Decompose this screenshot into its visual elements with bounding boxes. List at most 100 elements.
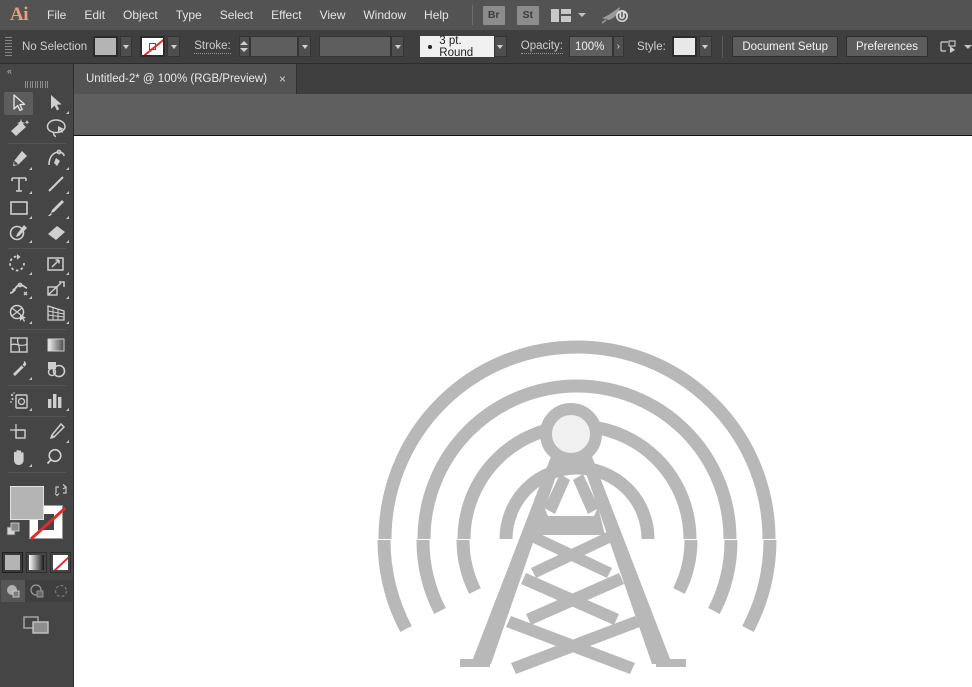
opacity-options-button[interactable]: › [612,36,625,57]
brush-definition-dropdown[interactable] [493,36,507,57]
menu-window[interactable]: Window [354,0,415,30]
menu-help[interactable]: Help [415,0,458,30]
type-tool[interactable] [0,172,37,197]
flyout-indicator-icon [66,215,69,219]
radio-tower-antenna-illustration [377,340,777,674]
color-mode-row [0,552,73,573]
draw-behind-mode[interactable] [24,580,49,602]
stroke-color-dropdown[interactable] [167,36,181,57]
menu-select[interactable]: Select [211,0,262,30]
default-fill-stroke-icon[interactable] [6,522,22,538]
brush-definition-field[interactable]: 3 pt. Round [420,35,494,59]
rotate-tool[interactable] [0,252,37,277]
control-bar: No Selection Stroke: 3 pt. Round Opacity… [0,30,972,64]
fill-color-dropdown[interactable] [119,36,133,57]
scale-tool[interactable] [37,252,74,277]
stroke-profile-input[interactable] [318,36,392,57]
flyout-indicator-icon [66,408,69,411]
width-tool[interactable] [0,277,37,302]
graphic-style-swatch[interactable] [671,36,697,57]
stroke-color-swatch[interactable] [140,36,166,57]
flyout-indicator-icon [29,376,32,380]
shape-builder-tool[interactable] [0,301,37,326]
close-icon[interactable]: × [279,73,286,85]
tools-panel-grip[interactable] [0,78,73,91]
preferences-button[interactable]: Preferences [846,36,929,57]
direct-selection-tool[interactable] [37,91,74,116]
bridge-button[interactable]: Br [482,5,505,25]
selection-tool[interactable] [0,91,37,116]
graphic-style-dropdown[interactable] [698,36,712,57]
symbol-sprayer-tool[interactable] [0,389,37,414]
menu-bar: Ai File Edit Object Type Select Effect V… [0,0,972,30]
free-transform-tool[interactable] [37,277,74,302]
flyout-indicator-icon [29,191,32,194]
style-label: Style: [637,40,666,53]
stroke-weight-dropdown[interactable] [298,36,311,57]
lasso-tool[interactable] [37,116,74,141]
control-bar-grip[interactable] [3,36,12,58]
fill-color-chip [94,38,116,55]
canvas-top-band [74,94,972,136]
color-mode-none[interactable] [50,552,71,573]
stroke-weight-input[interactable] [250,36,299,57]
tools-grid [0,91,74,476]
color-mode-gradient[interactable] [26,552,47,573]
workspace-switcher[interactable] [550,8,586,22]
discover-rocket-icon[interactable] [600,5,630,25]
fill-color-indicator[interactable] [10,486,44,520]
swap-fill-stroke-icon[interactable] [54,483,68,497]
column-graph-tool[interactable] [37,389,74,414]
artboard-canvas[interactable] [74,136,972,687]
color-mode-color[interactable] [2,552,23,573]
mesh-tool[interactable] [0,333,37,358]
blend-tool[interactable] [37,357,74,382]
flyout-indicator-icon [66,439,69,443]
paintbrush-tool[interactable] [37,196,74,221]
fill-stroke-controls [0,482,74,548]
gradient-tool[interactable] [37,333,74,358]
shaper-tool[interactable] [0,221,37,246]
flyout-indicator-icon [29,215,32,219]
change-screen-mode-icon[interactable] [22,614,52,636]
artboard-tool[interactable] [0,420,37,445]
opacity-input[interactable]: 100% [568,36,613,57]
stroke-none-chip [142,38,164,55]
curvature-tool[interactable] [37,147,74,172]
chevron-down-icon [964,44,972,49]
stroke-weight-stepper[interactable] [238,36,251,57]
hand-tool[interactable] [0,445,37,470]
pen-tool[interactable] [0,147,37,172]
menu-object[interactable]: Object [114,0,167,30]
align-to-selection-control[interactable] [940,39,972,54]
stroke-weight-label: Stroke: [194,39,231,54]
flyout-indicator-icon [29,320,32,324]
flyout-indicator-icon [66,271,69,275]
rectangle-tool[interactable] [0,196,37,221]
menu-view[interactable]: View [311,0,355,30]
opacity-label: Opacity: [520,39,563,54]
magic-wand-tool[interactable] [0,116,37,141]
stroke-profile-dropdown[interactable] [391,36,405,57]
zoom-tool[interactable] [37,445,74,470]
draw-inside-mode[interactable] [48,580,73,602]
flyout-indicator-icon [29,408,32,411]
menu-type[interactable]: Type [167,0,211,30]
stock-button[interactable]: St [516,5,539,25]
slice-tool[interactable] [37,420,74,445]
flyout-indicator-icon [66,240,69,243]
eraser-tool[interactable] [37,221,74,246]
flyout-indicator-icon [29,296,32,299]
document-setup-button[interactable]: Document Setup [732,36,838,57]
fill-color-swatch[interactable] [92,36,118,57]
line-segment-tool[interactable] [37,172,74,197]
menu-effect[interactable]: Effect [262,0,310,30]
menu-file[interactable]: File [38,0,75,30]
menu-edit[interactable]: Edit [75,0,114,30]
app-logo: Ai [10,4,29,25]
collapse-panel-button[interactable]: « [0,64,73,78]
draw-normal-mode[interactable] [0,580,25,602]
document-tab[interactable]: Untitled-2* @ 100% (RGB/Preview) × [74,64,298,94]
perspective-grid-tool[interactable] [37,301,74,326]
eyedropper-tool[interactable] [0,357,37,382]
